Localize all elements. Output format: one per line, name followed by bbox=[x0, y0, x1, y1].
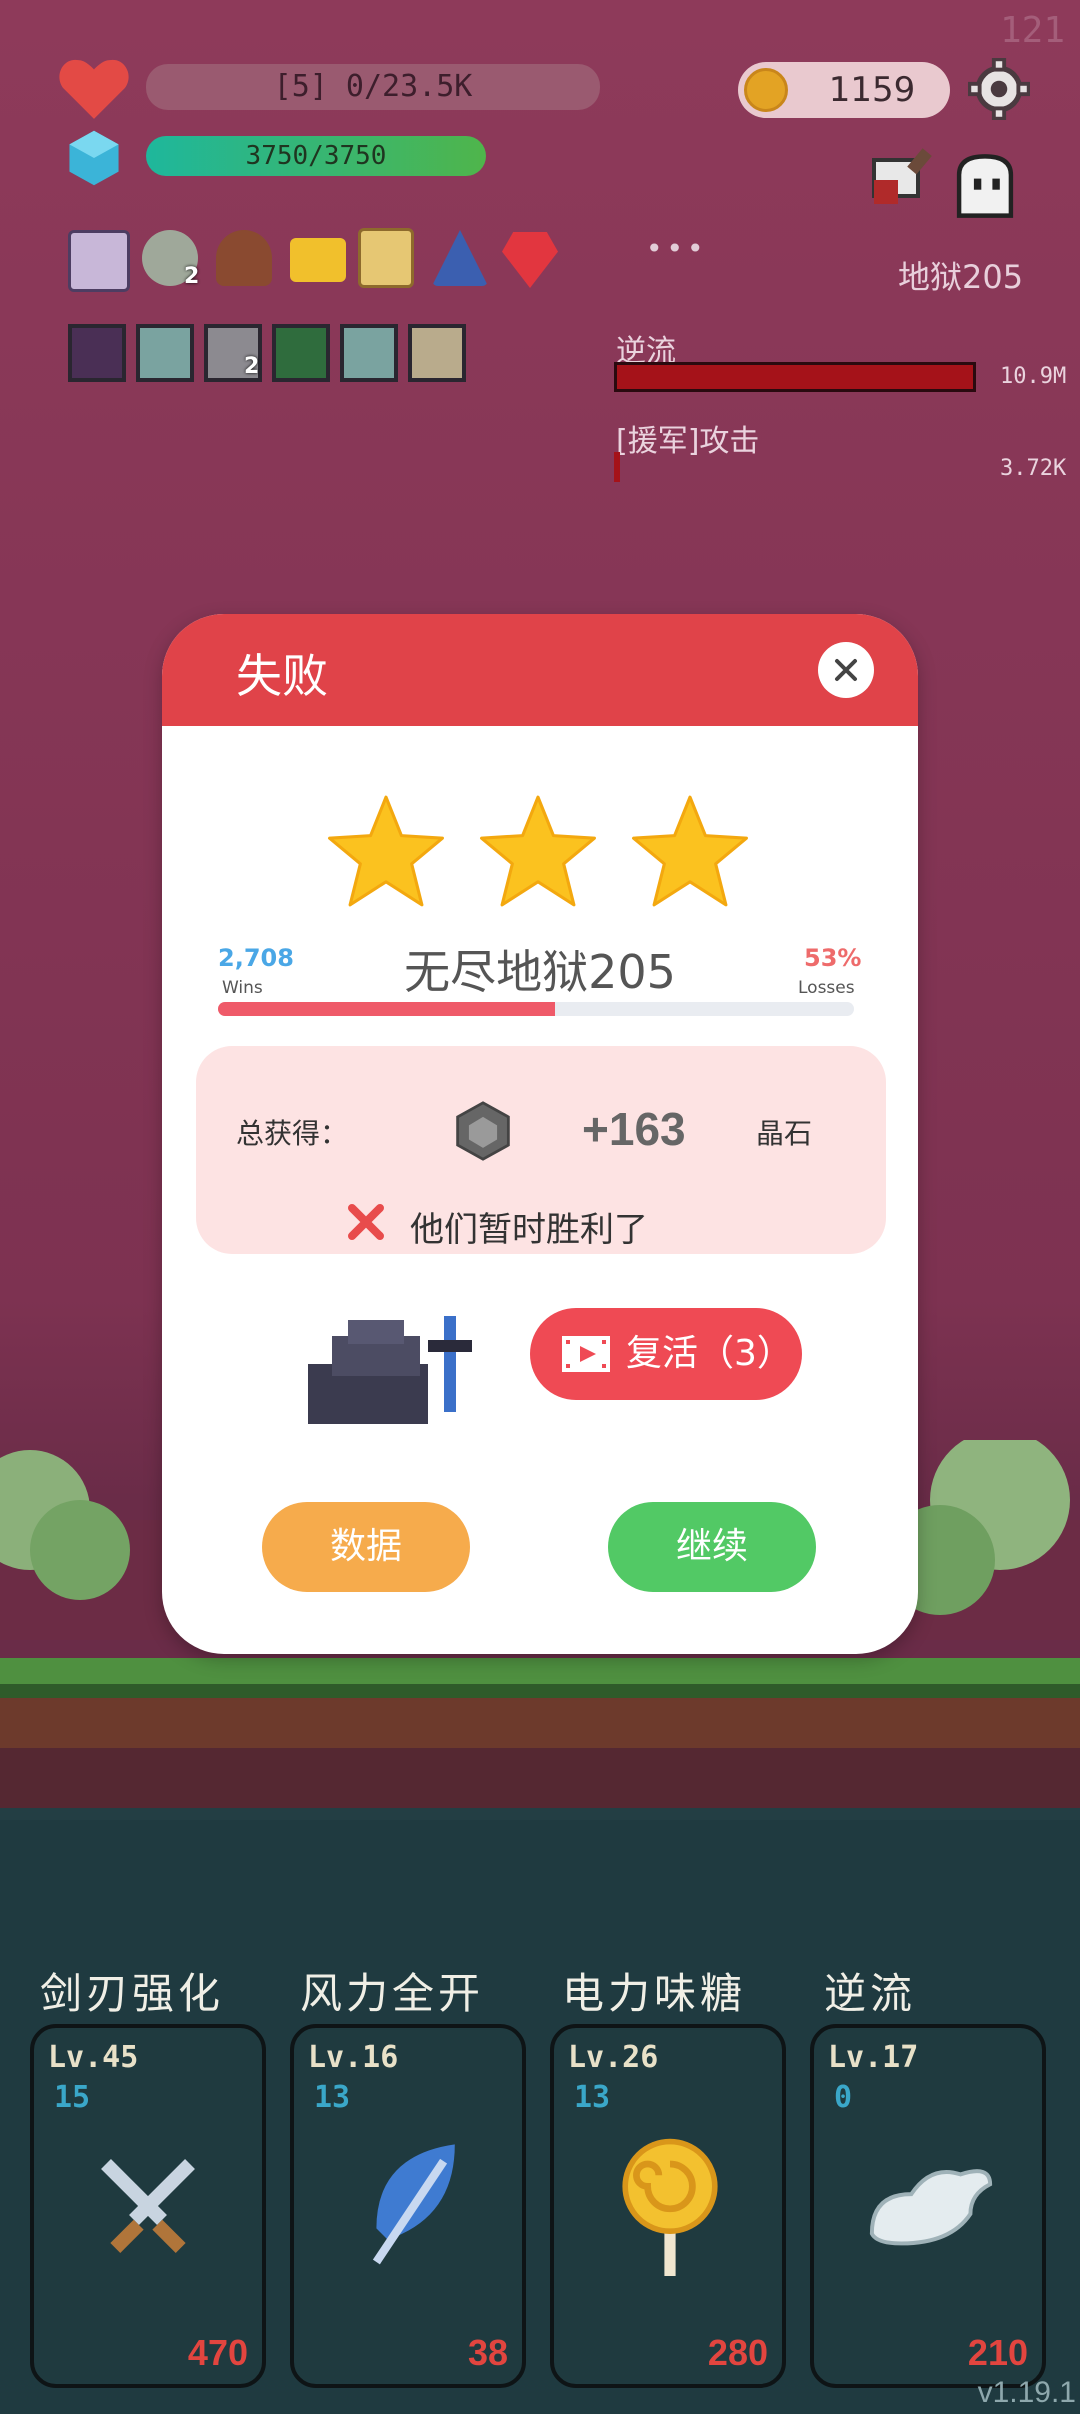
enemy-hp-value-2: 3.72K bbox=[1000, 456, 1067, 481]
hp-text: [5] 0/23.5K bbox=[273, 69, 473, 104]
skill-card-wind[interactable]: Lv.16 13 38 bbox=[290, 2024, 526, 2388]
reward-amount: +163 bbox=[582, 1103, 686, 1155]
stage-label: 地狱205 bbox=[898, 258, 1024, 296]
relic-slot-gear-icon[interactable] bbox=[408, 324, 466, 382]
skill-cost: 38 bbox=[467, 2332, 508, 2373]
map-scroll-icon[interactable] bbox=[358, 228, 414, 288]
item-row: 2 bbox=[66, 224, 566, 294]
relic-slot-rune-icon[interactable] bbox=[272, 324, 330, 382]
coin-icon bbox=[744, 68, 788, 112]
enemy-hp-fill-1 bbox=[617, 365, 973, 389]
skill-cost: 470 bbox=[187, 2332, 248, 2373]
dialog-title: 失败 bbox=[236, 649, 328, 703]
gravestone-sword-icon bbox=[308, 1316, 472, 1424]
win-ratio-fill bbox=[218, 1002, 556, 1016]
corner-counter: 121 bbox=[1000, 10, 1066, 51]
star-rating bbox=[322, 792, 762, 912]
relic-slot-bulb2-icon[interactable] bbox=[340, 324, 398, 382]
crown-icon[interactable] bbox=[290, 238, 346, 282]
skill-sub-value: 13 bbox=[314, 2080, 351, 2115]
skill-level: Lv.45 bbox=[48, 2040, 139, 2075]
coin-amount: 1159 bbox=[828, 70, 916, 110]
wing-icon bbox=[869, 2169, 993, 2246]
star-icon bbox=[632, 795, 748, 907]
close-icon bbox=[835, 659, 857, 681]
item-count-badge: 2 bbox=[184, 264, 200, 289]
star-icon bbox=[328, 795, 444, 907]
lollipop-icon bbox=[622, 2138, 718, 2276]
defeat-dialog: 失败 2,708 Wins 无尽地狱205 53% Losses 总获得： +1… bbox=[162, 614, 918, 1654]
ghost-icon bbox=[956, 154, 1014, 218]
crystal-icon bbox=[456, 1101, 510, 1161]
relic-count-badge: 2 bbox=[244, 354, 260, 379]
skill-title-4: 逆流 bbox=[824, 1969, 917, 2018]
mushroom-icon[interactable] bbox=[216, 230, 272, 286]
cleaver-icon bbox=[872, 148, 932, 204]
skill-card-candy[interactable]: Lv.26 13 280 bbox=[550, 2024, 786, 2388]
feather-icon bbox=[372, 2144, 455, 2265]
skill-level: Lv.16 bbox=[308, 2040, 399, 2075]
skill-title-2: 风力全开 bbox=[300, 1969, 485, 2018]
skill-level: Lv.17 bbox=[828, 2040, 919, 2075]
skill-sub-value: 15 bbox=[54, 2080, 91, 2115]
wizard-hat-icon[interactable] bbox=[432, 230, 488, 286]
enemy-hp-value-1: 10.9M bbox=[1000, 364, 1067, 389]
reward-unit: 晶石 bbox=[756, 1117, 813, 1150]
heart-icon bbox=[59, 59, 129, 119]
revive-button[interactable]: 复活（3） bbox=[530, 1308, 802, 1400]
reward-label: 总获得： bbox=[236, 1117, 349, 1150]
relic-slot-bulb-icon[interactable] bbox=[136, 324, 194, 382]
more-button[interactable]: ••• bbox=[646, 232, 708, 265]
hp-bar: [5] 0/23.5K bbox=[146, 64, 600, 110]
skill-card-blade[interactable]: Lv.45 15 470 bbox=[30, 2024, 266, 2388]
win-ratio-bar bbox=[218, 1002, 854, 1016]
skill-card-backflow[interactable]: Lv.17 0 210 bbox=[810, 2024, 1046, 2388]
gear-icon[interactable] bbox=[968, 58, 1030, 120]
skill-sub-value: 0 bbox=[834, 2080, 853, 2115]
skill-cost: 280 bbox=[707, 2332, 768, 2373]
losses-label: Losses bbox=[798, 978, 855, 998]
reward-panel: 总获得： +163 晶石 他们暂时胜利了 bbox=[196, 1046, 886, 1254]
coin-counter: 1159 bbox=[738, 62, 950, 118]
enemy-hp-bar-1 bbox=[614, 362, 976, 392]
relic-slot-demon-icon[interactable] bbox=[68, 324, 126, 382]
shield-bar: 3750/3750 bbox=[146, 136, 486, 176]
cross-icon bbox=[348, 1204, 384, 1240]
data-button[interactable]: 数据 bbox=[262, 1502, 470, 1592]
skill-title-1: 剑刃强化 bbox=[40, 1969, 225, 2018]
losses-value: 53% bbox=[804, 944, 862, 972]
skill-sub-value: 13 bbox=[574, 2080, 611, 2115]
enemy-hp-bar-2 bbox=[614, 452, 976, 482]
defeat-message: 他们暂时胜利了 bbox=[410, 1210, 648, 1250]
video-icon bbox=[562, 1336, 610, 1372]
enemy-hp-fill-2 bbox=[614, 452, 620, 482]
crossed-swords-icon bbox=[101, 2159, 195, 2253]
shield-text: 3750/3750 bbox=[245, 141, 387, 171]
star-icon bbox=[480, 795, 596, 907]
shield-gem-icon bbox=[69, 130, 119, 186]
skill-title-3: 电力味糖 bbox=[562, 1969, 747, 2018]
scroll-item-icon[interactable] bbox=[68, 230, 130, 292]
continue-button[interactable]: 继续 bbox=[608, 1502, 816, 1592]
close-button[interactable] bbox=[818, 642, 874, 698]
version-label: v1.19.1 bbox=[977, 2376, 1076, 2409]
ruby-icon[interactable] bbox=[502, 232, 558, 288]
skill-cost: 210 bbox=[967, 2332, 1028, 2373]
revive-label: 复活（3） bbox=[626, 1333, 793, 1374]
skill-level: Lv.26 bbox=[568, 2040, 659, 2075]
